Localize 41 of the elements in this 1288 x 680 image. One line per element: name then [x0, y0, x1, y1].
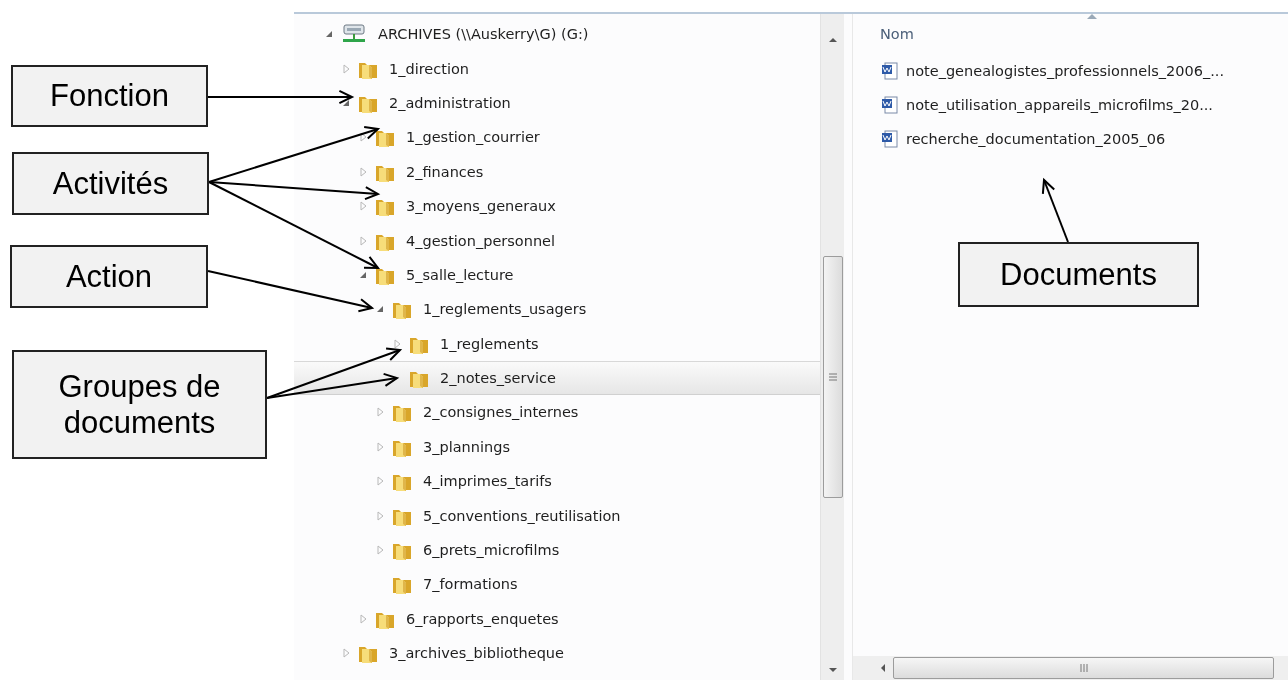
tree-item[interactable]: 2_consignes_internes [294, 395, 820, 430]
file-item[interactable]: note_utilisation_appareils_microfilms_20... [853, 88, 1288, 122]
file-item[interactable]: note_genealogistes_professionnels_2006_... [853, 54, 1288, 88]
tree-item[interactable]: 4_imprimes_tarifs [294, 464, 820, 499]
document-icon [881, 96, 899, 114]
tree-item[interactable]: 3_plannings [294, 429, 820, 465]
tree-item[interactable]: ARCHIVES (\\Auskerry\G) (G:) [294, 17, 820, 52]
document-icon [881, 62, 899, 80]
tree-item[interactable]: 4_gestion_personnel [294, 223, 820, 258]
tree-item[interactable]: 1_reglements [294, 326, 820, 361]
column-header[interactable]: Nom [880, 26, 914, 42]
tree-item[interactable]: 2_finances [294, 154, 820, 189]
vertical-scrollbar[interactable] [820, 14, 844, 680]
tree-item[interactable]: 1_reglements_usagers [294, 292, 820, 327]
document-icon [881, 130, 899, 148]
tree-item[interactable]: 5_conventions_reutilisation [294, 498, 820, 533]
grip-icon [1079, 664, 1088, 672]
tree-item[interactable]: 1_gestion_courrier [294, 120, 820, 155]
callout-label: Action [10, 245, 208, 308]
callout-label: Activités [12, 152, 209, 215]
tree-item[interactable]: 3_moyens_generaux [294, 188, 820, 224]
scroll-left-arrow-icon[interactable] [879, 663, 887, 673]
callout-label: Groupes de documents [12, 350, 267, 459]
tree-item[interactable]: 2_notes_service [294, 360, 820, 396]
horizontal-scrollbar[interactable] [853, 656, 1288, 680]
tree-item[interactable]: 3_archives_bibliotheque [294, 636, 820, 671]
callout-label: Fonction [11, 65, 208, 127]
collapsed-arrow-icon[interactable] [358, 132, 368, 143]
callout-label: Documents [958, 242, 1199, 307]
arrow [1041, 177, 1069, 243]
tree-item[interactable]: 6_prets_microfilms [294, 532, 820, 568]
tree-item[interactable]: 6_rapports_enquetes [294, 601, 820, 637]
scroll-down-arrow-icon[interactable] [827, 666, 838, 674]
tree-item[interactable]: 5_salle_lecture [294, 257, 820, 293]
file-item[interactable]: recherche_documentation_2005_06 [853, 122, 1288, 156]
sort-arrow-icon [1087, 14, 1097, 19]
tree-item[interactable]: 1_direction [294, 51, 820, 86]
tree-item[interactable]: 2_administration [294, 85, 820, 121]
scroll-up-arrow-icon[interactable] [827, 36, 838, 44]
grip-icon [828, 373, 837, 381]
tree-item[interactable]: 7_formations [294, 567, 820, 602]
